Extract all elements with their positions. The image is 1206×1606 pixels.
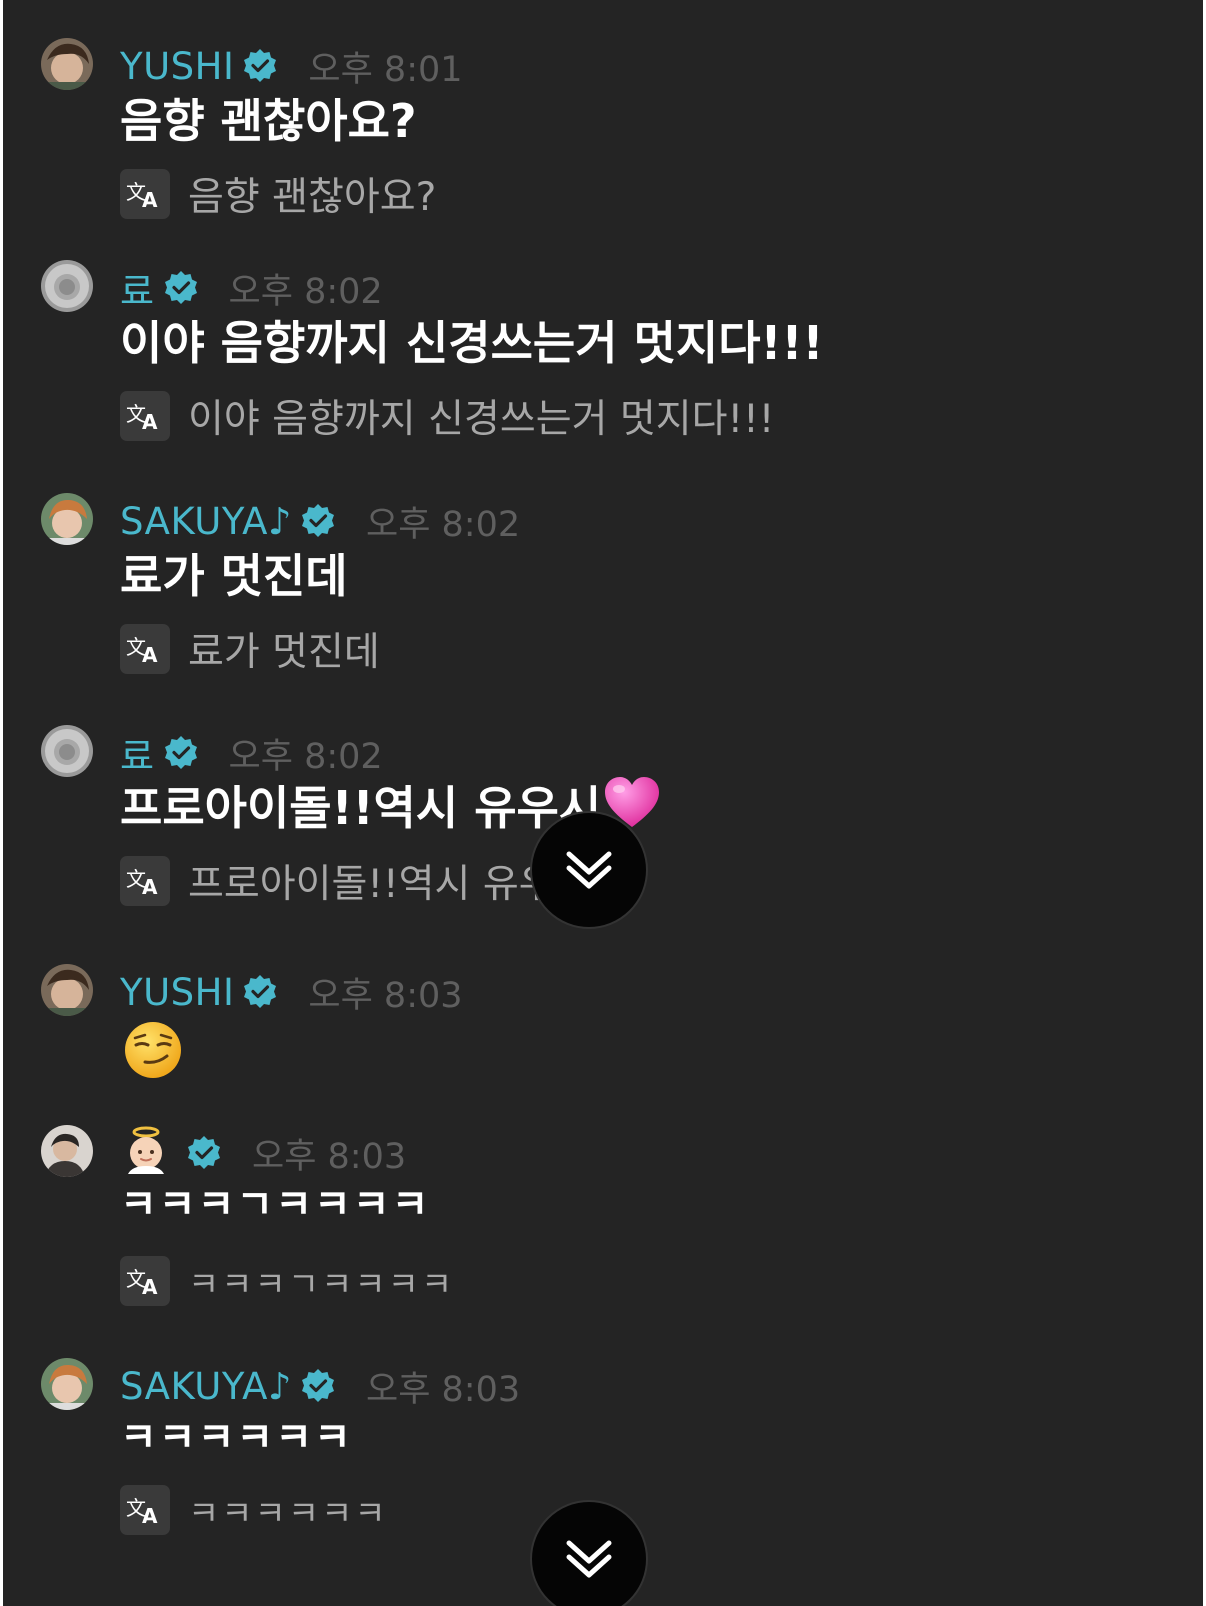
scroll-to-bottom-button[interactable] xyxy=(530,1500,648,1606)
message-text: ㅋㅋㅋㅋㅋㅋ xyxy=(120,1415,353,1461)
message-text: 료가 멋진데 xyxy=(120,549,348,603)
message-header: 료 오후 8:02 xyxy=(120,261,383,315)
verified-badge-icon xyxy=(163,270,199,306)
translate-icon[interactable] xyxy=(120,169,170,219)
verified-badge-icon xyxy=(300,503,336,539)
avatar[interactable] xyxy=(41,1358,93,1410)
translation-text: 료가 멋진데 xyxy=(188,630,380,675)
message-header: SAKUYA♪ 오후 8:03 xyxy=(120,1362,520,1410)
verified-badge-icon xyxy=(242,974,278,1010)
translation-row: 음향 괜찮아요? xyxy=(120,169,437,220)
verified-badge-icon xyxy=(163,735,199,771)
avatar[interactable] xyxy=(41,725,93,777)
translate-icon[interactable] xyxy=(120,1485,170,1535)
message-header: YUSHI 오후 8:03 xyxy=(120,968,463,1016)
translation-text: 음향 괜찮아요? xyxy=(188,175,437,220)
scroll-to-bottom-button[interactable] xyxy=(530,811,648,929)
sender-name[interactable]: YUSHI xyxy=(120,45,234,88)
timestamp: 오후 8:02 xyxy=(366,504,521,545)
verified-badge-icon xyxy=(186,1135,222,1171)
translation-row: 이야 음향까지 신경쓰는거 멋지다!!! xyxy=(120,391,775,442)
timestamp: 오후 8:01 xyxy=(308,49,463,90)
translation-text: ㅋㅋㅋㄱㅋㅋㅋㅋ xyxy=(188,1264,455,1305)
message-text: ㅋㅋㅋㄱㅋㅋㅋㅋ xyxy=(120,1182,431,1228)
chat-screen: YUSHI 오후 8:01 음향 괜찮아요? 음향 괜찮아요? 료 오후 8:0… xyxy=(3,0,1203,1606)
translate-icon[interactable] xyxy=(120,1256,170,1306)
translate-icon[interactable] xyxy=(120,856,170,906)
timestamp: 오후 8:03 xyxy=(252,1136,407,1177)
avatar[interactable] xyxy=(41,493,93,545)
timestamp: 오후 8:03 xyxy=(308,975,463,1016)
avatar[interactable] xyxy=(41,38,93,90)
message-text: 이야 음향까지 신경쓰는거 멋지다!!! xyxy=(120,316,824,370)
avatar[interactable] xyxy=(41,1125,93,1177)
message-text: 음향 괜찮아요? xyxy=(120,94,417,148)
message-header: 료 오후 8:02 xyxy=(120,726,383,780)
translate-icon[interactable] xyxy=(120,624,170,674)
translation-row: ㅋㅋㅋㄱㅋㅋㅋㅋ xyxy=(120,1256,454,1306)
message-header: SAKUYA♪ 오후 8:02 xyxy=(120,497,520,545)
sender-name[interactable]: YUSHI xyxy=(120,971,234,1014)
message-header: 오후 8:03 xyxy=(120,1126,407,1177)
sender-name[interactable]: SAKUYA♪ xyxy=(120,500,292,543)
verified-badge-icon xyxy=(242,48,278,84)
translation-row: 료가 멋진데 xyxy=(120,624,380,675)
translation-text: ㅋㅋㅋㅋㅋㅋ xyxy=(188,1493,388,1534)
timestamp: 오후 8:02 xyxy=(228,271,383,312)
avatar[interactable] xyxy=(41,964,93,1016)
avatar[interactable] xyxy=(41,260,93,312)
baby-angel-emoji[interactable] xyxy=(120,1126,172,1181)
verified-badge-icon xyxy=(300,1368,336,1404)
sender-name[interactable]: 료 xyxy=(120,261,155,315)
smirking-face-emoji xyxy=(125,1022,181,1078)
translation-row: 프로아이돌!!역시 유우 xyxy=(120,856,555,907)
timestamp: 오후 8:03 xyxy=(366,1369,521,1410)
translation-text: 이야 음향까지 신경쓰는거 멋지다!!! xyxy=(188,397,775,442)
translation-text: 프로아이돌!!역시 유우 xyxy=(188,862,555,907)
double-chevron-down-icon xyxy=(559,1529,619,1589)
translate-icon[interactable] xyxy=(120,391,170,441)
sender-name[interactable]: SAKUYA♪ xyxy=(120,1365,292,1408)
sender-name[interactable]: 료 xyxy=(120,726,155,780)
translation-row: ㅋㅋㅋㅋㅋㅋ xyxy=(120,1485,388,1535)
message-text: 프로아이돌!!역시 유우시 xyxy=(120,781,602,835)
timestamp: 오후 8:02 xyxy=(228,736,383,777)
message-header: YUSHI 오후 8:01 xyxy=(120,42,463,90)
double-chevron-down-icon xyxy=(559,840,619,900)
